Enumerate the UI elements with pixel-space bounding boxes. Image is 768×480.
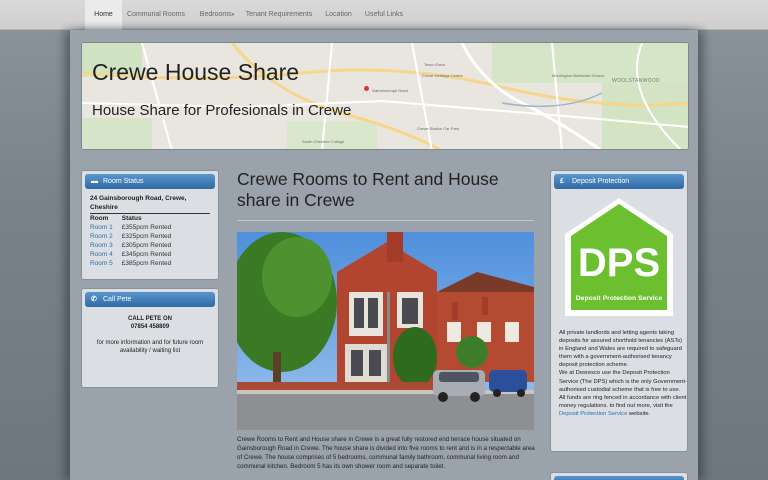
dps-logo: DPS Deposit Protection Service <box>565 198 673 316</box>
table-row: Room 4 £345pcm Rented <box>90 250 180 259</box>
map-pin-icon <box>364 86 369 91</box>
room-link[interactable]: Room 4 <box>90 250 122 259</box>
table-row: Room 5 £385pcm Rented <box>90 259 180 268</box>
room-status-table: Room Status Room 1 £355pcm Rented Room 2… <box>90 214 180 268</box>
map-label: Mornington Methodist Church <box>552 73 605 78</box>
table-row: Room 2 £325pcm Rented <box>90 232 180 241</box>
nav-tenant-requirements[interactable]: Tenant Requirements <box>245 0 313 30</box>
table-row: Room 1 £355pcm Rented <box>90 223 180 232</box>
nav-bedrooms-label: Bedrooms <box>199 11 232 18</box>
dps-paragraph: We at Desresco use the Deposit Protectio… <box>559 369 687 418</box>
room-status-value: £345pcm Rented <box>121 251 172 258</box>
nav-bedrooms-dropdown[interactable]: Bedrooms▾ <box>192 0 242 30</box>
property-address: 24 Gainsborough Road, Crewe, Cheshire <box>90 195 186 212</box>
room-link[interactable]: Room 2 <box>90 232 122 241</box>
map-label: Tesco Extra <box>424 62 445 67</box>
dps-website-link[interactable]: Deposit Protection Service <box>559 411 627 417</box>
intro-paragraph: Crewe Rooms to Rent and House share in C… <box>237 436 535 470</box>
phone-number: 07854 458809 <box>130 324 170 330</box>
top-navbar: Home Communal Rooms Bedrooms▾ Tenant Req… <box>0 0 768 30</box>
room-status-header: ▬ Room Status <box>85 174 215 189</box>
table-header-row: Room Status <box>90 214 180 223</box>
room-status-value: £325pcm Rented <box>121 233 172 240</box>
chevron-down-icon: ▾ <box>231 12 235 18</box>
dps-logo-text: DPS <box>578 241 660 285</box>
map-label: WOOLSTANWOOD <box>612 78 660 84</box>
nav-home[interactable]: Home <box>85 0 122 30</box>
room-status-value: £385pcm Rented <box>121 260 172 267</box>
table-row: Room 3 £305pcm Rented <box>90 241 180 250</box>
room-link[interactable]: Room 3 <box>90 241 122 250</box>
nav-communal-rooms-label: Communal Rooms <box>127 11 185 18</box>
column-header-room: Room <box>90 215 109 222</box>
map-label: Gainsborough Road <box>372 88 408 93</box>
page-container: Tesco Extra Crewe Heritage Centre Gainsb… <box>70 30 698 480</box>
address-line: 24 Gainsborough Road, Crewe, <box>90 195 187 202</box>
room-status-title: Room Status <box>103 178 144 185</box>
call-pete-header: ✆ Call Pete <box>85 292 215 307</box>
deposit-protection-header: £ Deposit Protection <box>554 174 684 189</box>
deposit-protection-title: Deposit Protection <box>572 178 630 185</box>
sidebar-panel-next-header <box>554 476 684 480</box>
nav-location-label: Location <box>325 11 352 18</box>
dps-paragraph: All private landlords and letting agents… <box>559 330 683 369</box>
deposit-protection-panel: £ Deposit Protection DPS Deposit Protecti… <box>550 170 688 452</box>
room-link[interactable]: Room 1 <box>90 223 122 232</box>
dps-text-span: We at Desresco use the Deposit Protectio… <box>559 370 687 409</box>
room-status-value: £355pcm Rented <box>121 224 172 231</box>
map-label: Crewe Heritage Centre <box>422 73 463 78</box>
map-label: South Cheshire College <box>302 139 345 144</box>
sidebar-panel-next <box>550 472 688 480</box>
nav-useful-links[interactable]: Useful Links <box>363 0 405 30</box>
pound-icon: £ <box>560 178 564 185</box>
room-link[interactable]: Room 5 <box>90 259 122 268</box>
house-photo <box>237 232 534 430</box>
house-photo-illustration <box>237 232 534 430</box>
call-pete-title: Call Pete <box>103 296 132 303</box>
room-status-value: £305pcm Rented <box>121 242 172 249</box>
nav-communal-rooms[interactable]: Communal Rooms <box>124 0 188 30</box>
phone-icon: ✆ <box>91 296 97 303</box>
header-banner: Tesco Extra Crewe Heritage Centre Gainsb… <box>81 42 689 150</box>
site-subtitle: House Share for Profesionals in Crewe <box>92 102 352 119</box>
call-pete-panel: ✆ Call Pete CALL PETE ON 07854 458809 for… <box>81 288 219 388</box>
nav-location[interactable]: Location <box>321 0 356 30</box>
dps-logo-subtext: Deposit Protection Service <box>576 295 663 302</box>
bed-icon: ▬ <box>91 178 98 185</box>
column-header-status: Status <box>121 215 142 222</box>
nav-tenant-requirements-label: Tenant Requirements <box>245 11 313 18</box>
page-heading: Crewe Rooms to Rent and House share in C… <box>237 169 499 210</box>
site-title: Crewe House Share <box>92 59 300 85</box>
dps-text-span: website. <box>627 410 651 417</box>
room-status-panel: ▬ Room Status 24 Gainsborough Road, Crewe… <box>81 170 219 280</box>
dps-description: All private landlords and letting agents… <box>559 329 687 418</box>
nav-useful-links-label: Useful Links <box>364 11 404 18</box>
map-label: Crewe Station Car Park <box>417 126 460 131</box>
divider <box>237 220 534 221</box>
address-line: Cheshire <box>90 203 118 211</box>
nav-home-label: Home <box>94 11 113 18</box>
call-info-text: availability / waiting list <box>119 348 181 354</box>
